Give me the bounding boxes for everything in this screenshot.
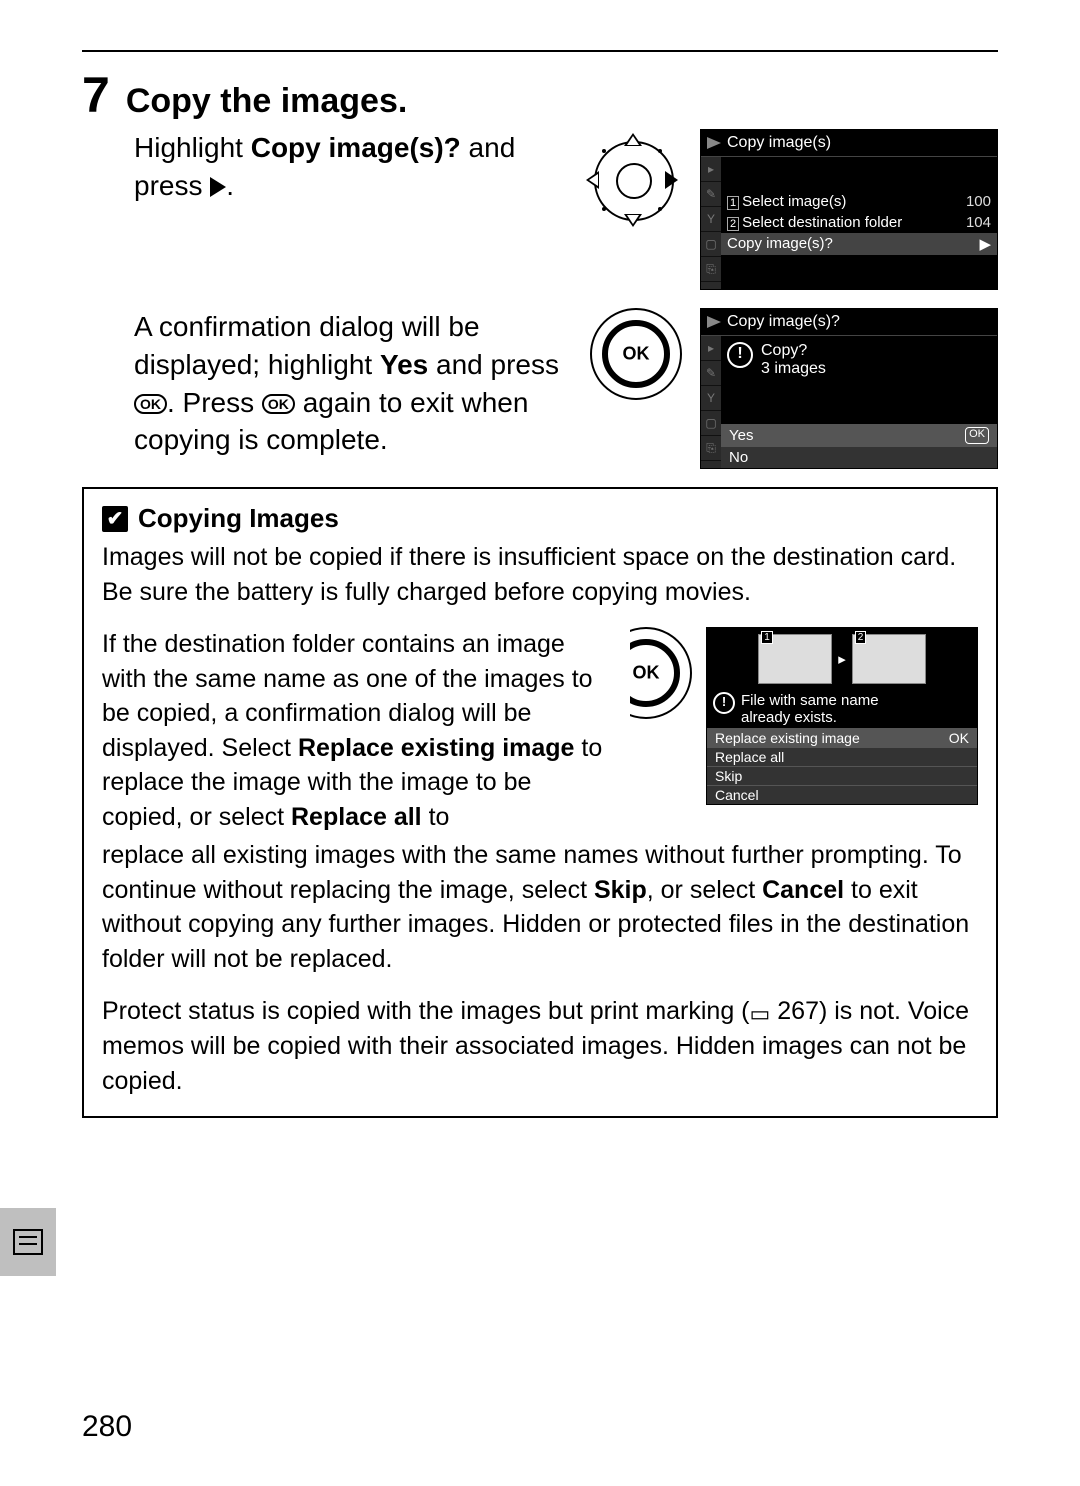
- arrow-icon: ▸: [838, 650, 846, 668]
- note-heading: ✔ Copying Images: [102, 503, 978, 534]
- lcd-side-icons: ▸✎Y▢⎘: [701, 336, 721, 468]
- slot-badge: 2: [855, 631, 867, 644]
- step-row-1: Highlight Copy image(s)? and press . Cop…: [134, 129, 998, 290]
- lcd-row: 1Select image(s) 100: [721, 191, 997, 212]
- step-heading: 7 Copy the images.: [82, 70, 998, 121]
- lcd-option-yes: Yes OK: [721, 424, 997, 446]
- page-ref: 267: [770, 997, 819, 1025]
- lcd-replace-dialog: 1 ▸ 2 ! File with same name already exis…: [706, 627, 978, 805]
- lcd-message: ! File with same name already exists.: [707, 690, 977, 728]
- option-label: Cancel: [715, 787, 759, 803]
- lcd-option: Cancel: [707, 785, 977, 804]
- ok-glyph-icon: OK: [262, 394, 295, 414]
- step-row-2: A confirmation dialog will be displayed;…: [134, 308, 998, 469]
- note-p1: Images will not be copied if there is in…: [102, 540, 978, 609]
- playback-icon: [707, 137, 721, 149]
- option-label: Skip: [715, 768, 742, 784]
- page-ref-icon: ▭: [750, 999, 771, 1029]
- t-bold: Yes: [380, 349, 428, 380]
- t: Protect status is copied with the images…: [102, 997, 750, 1025]
- t-bold: Skip: [594, 876, 647, 904]
- step-title: Copy the images.: [126, 82, 408, 121]
- right-arrow-icon: [210, 177, 226, 197]
- ok-tag: OK: [949, 730, 969, 746]
- lcd-option: Skip: [707, 766, 977, 785]
- t-bold: Replace all: [291, 803, 422, 831]
- msg-line: already exists.: [741, 709, 879, 726]
- note-heading-text: Copying Images: [138, 503, 339, 534]
- option-label: Yes: [729, 427, 753, 444]
- lcd-option: Replace all: [707, 747, 977, 766]
- note-p3: Protect status is copied with the images…: [102, 994, 978, 1098]
- note-p2-cont: replace all existing images with the sam…: [102, 838, 978, 976]
- lcd-prompt: ! Copy? 3 images: [721, 336, 997, 384]
- thumb-row: 1 ▸ 2: [707, 628, 977, 690]
- ok-tag: OK: [965, 427, 989, 444]
- page-number: 280: [82, 1410, 132, 1444]
- lcd-row-highlighted: Copy image(s)? ▶: [721, 233, 997, 255]
- ok-button-icon: OK: [590, 308, 682, 400]
- t-bold: Cancel: [762, 876, 844, 904]
- lcd-title: Copy image(s)?: [701, 309, 997, 336]
- check-icon: ✔: [102, 506, 128, 532]
- lcd-title: Copy image(s): [701, 130, 997, 157]
- row-label: Copy image(s)?: [727, 235, 833, 253]
- ok-glyph-icon: OK: [134, 394, 167, 414]
- option-label: Replace all: [715, 749, 784, 765]
- slot-badge: 1: [761, 631, 773, 644]
- playback-icon: [707, 316, 721, 328]
- warning-icon: !: [727, 342, 753, 368]
- option-label: Replace existing image: [715, 730, 860, 746]
- lcd-side-icons: ▸✎Y▢⎘: [701, 157, 721, 289]
- t: .: [226, 170, 234, 201]
- t-bold: Copy image(s)?: [251, 132, 461, 163]
- msg-line: File with same name: [741, 692, 879, 709]
- multi-selector-icon: [582, 129, 682, 231]
- row-label: Select destination folder: [742, 214, 902, 231]
- row-arrow-icon: ▶: [979, 235, 991, 253]
- t: to: [422, 803, 450, 831]
- slot-badge: 1: [727, 196, 739, 210]
- t-bold: Replace existing image: [298, 734, 575, 762]
- row-value: 100: [966, 193, 991, 210]
- t: , or select: [647, 876, 762, 904]
- lcd-title-text: Copy image(s)?: [727, 313, 840, 331]
- lcd-confirm-copy: Copy image(s)? ▸✎Y▢⎘ ! Copy? 3 images: [700, 308, 998, 469]
- t: . Press: [167, 387, 262, 418]
- thumb-src: 1: [758, 634, 832, 684]
- ok-label: OK: [590, 344, 682, 365]
- step-text-2: A confirmation dialog will be displayed;…: [134, 308, 572, 459]
- lcd-row: 2Select destination folder 104: [721, 212, 997, 233]
- warning-icon: !: [713, 692, 735, 714]
- step-number: 7: [82, 70, 110, 120]
- option-label: No: [729, 449, 748, 466]
- note-p2-left: If the destination folder contains an im…: [102, 627, 616, 834]
- section-tab-icon: [0, 1208, 56, 1276]
- t: Highlight: [134, 132, 251, 163]
- lcd-title-text: Copy image(s): [727, 134, 831, 152]
- step-text-1: Highlight Copy image(s)? and press .: [134, 129, 564, 205]
- ok-button-half-icon: OK: [630, 627, 692, 719]
- thumb-dst: 2: [852, 634, 926, 684]
- lcd-copy-menu: Copy image(s) ▸✎Y▢⎘ 1Select image(s) 100…: [700, 129, 998, 290]
- lcd-option: Replace existing image OK: [707, 728, 977, 747]
- prompt-line: Copy?: [761, 342, 826, 360]
- note-copying-images: ✔ Copying Images Images will not be copi…: [82, 487, 998, 1118]
- lcd-option-no: No: [721, 446, 997, 468]
- row-value: 104: [966, 214, 991, 231]
- slot-badge: 2: [727, 217, 739, 231]
- t: and press: [428, 349, 559, 380]
- ok-label: OK: [630, 663, 692, 684]
- row-label: Select image(s): [742, 193, 846, 210]
- top-rule: [82, 50, 998, 52]
- prompt-line: 3 images: [761, 360, 826, 378]
- note-row-replace: If the destination folder contains an im…: [102, 627, 978, 834]
- manual-page: 7 Copy the images. Highlight Copy image(…: [0, 0, 1080, 1486]
